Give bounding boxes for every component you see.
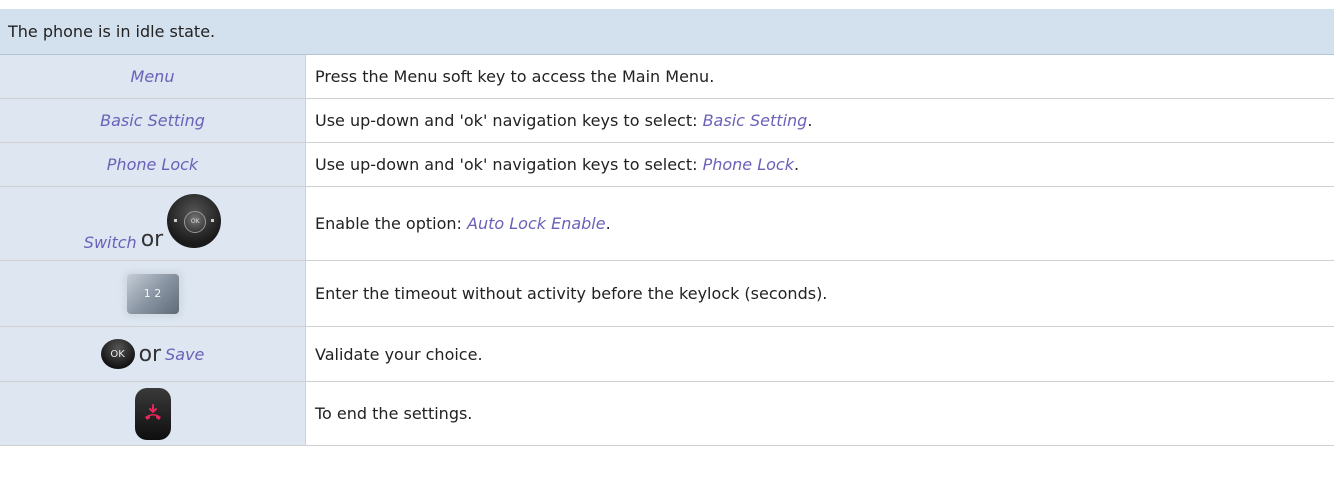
- procedure-table: The phone is in idle state. Menu Press t…: [0, 9, 1334, 446]
- ok-key-icon: OK: [100, 339, 135, 369]
- row-description: Validate your choice.: [315, 344, 483, 364]
- switch-soft-key-label: Switch: [83, 233, 137, 252]
- description-text: .: [807, 111, 813, 130]
- nav-right-dot: [211, 219, 215, 222]
- description-cell: Enter the timeout without activity befor…: [305, 261, 1334, 326]
- description-cell: To end the settings.: [305, 382, 1334, 445]
- description-cell: Validate your choice.: [305, 327, 1334, 381]
- key-cell: Basic Setting: [0, 99, 305, 142]
- nav-ok-center: OK: [184, 211, 207, 233]
- table-row: Switch or OK Enable the option: Auto Loc…: [0, 187, 1334, 261]
- table-row: Menu Press the Menu soft key to access t…: [0, 55, 1334, 99]
- description-text: Enable the option:: [315, 214, 467, 233]
- or-text: or: [138, 341, 162, 367]
- end-call-glyph: [144, 403, 161, 420]
- key-cell: Phone Lock: [0, 143, 305, 186]
- key-cell: [0, 382, 305, 445]
- description-emphasis: Basic Setting: [702, 111, 808, 130]
- description-text: .: [605, 214, 611, 233]
- description-text: Use up-down and 'ok' navigation keys to …: [315, 155, 703, 174]
- navigator-icon: OK: [167, 194, 222, 248]
- description-cell: Press the Menu soft key to access the Ma…: [305, 55, 1334, 98]
- description-emphasis: Phone Lock: [702, 155, 794, 174]
- table-row: To end the settings.: [0, 382, 1334, 446]
- row-description: Enter the timeout without activity befor…: [315, 284, 828, 303]
- nav-left-dot: [174, 219, 178, 222]
- or-text: or: [140, 227, 164, 252]
- key-cell: Menu: [0, 55, 305, 98]
- key-cell: 1 2: [0, 261, 305, 326]
- table-header: The phone is in idle state.: [0, 9, 1334, 55]
- row-description: Use up-down and 'ok' navigation keys to …: [315, 155, 799, 174]
- table-row: OK or Save Validate your choice.: [0, 327, 1334, 382]
- row-description: Enable the option: Auto Lock Enable.: [315, 214, 611, 233]
- description-text: .: [794, 155, 800, 174]
- save-soft-key-label: Save: [165, 344, 205, 364]
- description-text: Use up-down and 'ok' navigation keys to …: [315, 111, 703, 130]
- key-cell: OK or Save: [0, 327, 305, 381]
- description-cell: Enable the option: Auto Lock Enable.: [305, 187, 1334, 260]
- end-call-icon: [134, 387, 171, 440]
- description-cell: Use up-down and 'ok' navigation keys to …: [305, 99, 1334, 142]
- row-description: To end the settings.: [315, 404, 473, 423]
- keypad-icon: 1 2: [126, 273, 179, 314]
- row-description: Press the Menu soft key to access the Ma…: [315, 67, 715, 86]
- menu-soft-key-label: Menu: [130, 67, 175, 86]
- table-row: 1 2 Enter the timeout without activity b…: [0, 261, 1334, 327]
- basic-setting-label: Basic Setting: [100, 111, 205, 130]
- table-row: Phone Lock Use up-down and 'ok' navigati…: [0, 143, 1334, 187]
- phone-lock-label: Phone Lock: [106, 155, 199, 174]
- description-emphasis: Auto Lock Enable: [467, 214, 606, 233]
- row-description: Use up-down and 'ok' navigation keys to …: [315, 111, 812, 130]
- description-cell: Use up-down and 'ok' navigation keys to …: [305, 143, 1334, 186]
- key-cell: Switch or OK: [0, 187, 305, 260]
- table-row: Basic Setting Use up-down and 'ok' navig…: [0, 99, 1334, 143]
